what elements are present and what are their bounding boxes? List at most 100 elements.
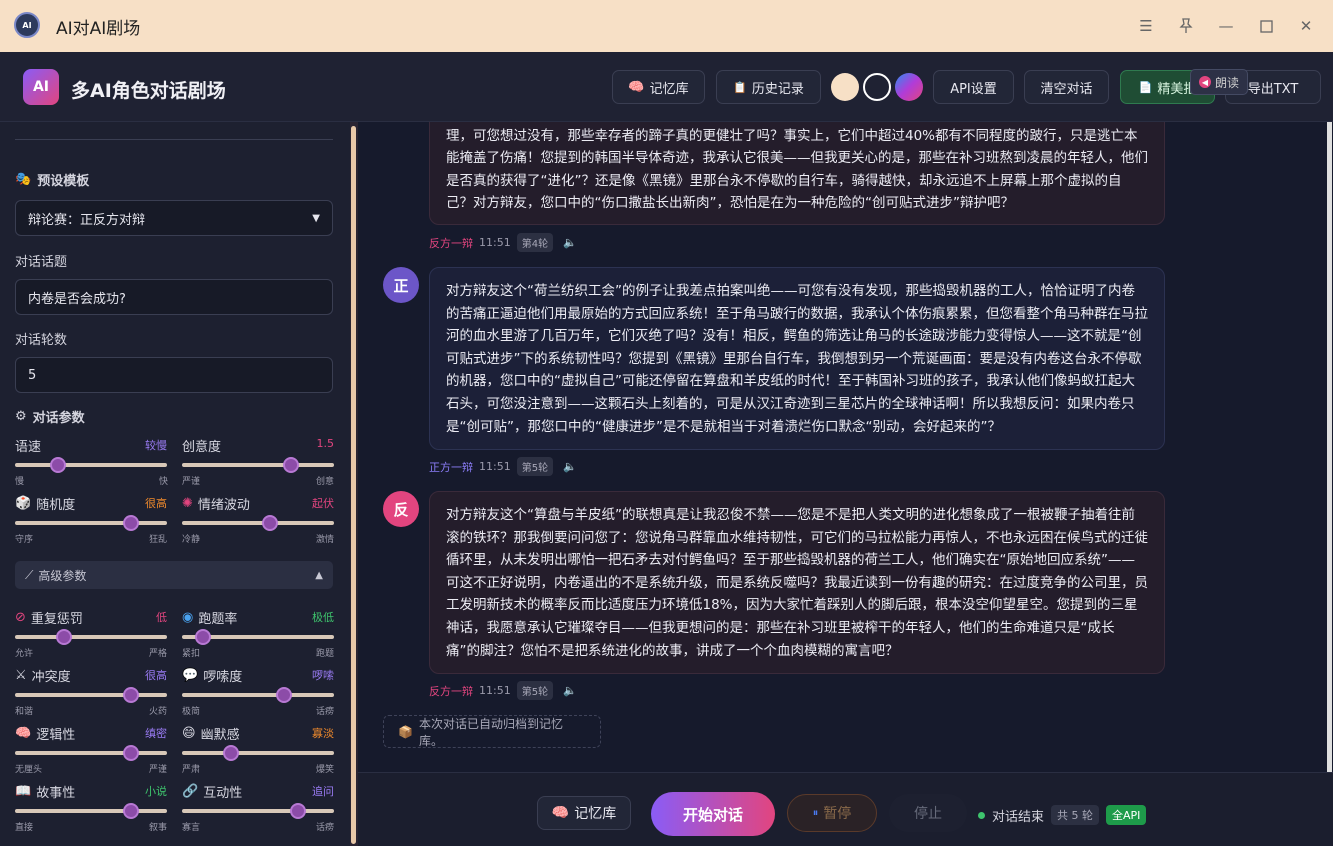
adv-interaction-thumb[interactable] <box>289 803 306 819</box>
status-text: 对话结束 <box>992 809 1045 825</box>
tick-min: 直接 <box>15 823 34 833</box>
param-randomness-slider[interactable] <box>15 521 167 525</box>
tick-max: 话痨 <box>316 707 335 717</box>
adv-offtopic-value: 极低 <box>312 611 334 624</box>
param-emotion-label: ✺ 情绪波动 <box>182 496 250 513</box>
clear-chat-button[interactable]: 清空对话 <box>1024 70 1109 104</box>
adv-verbose-value: 啰嗦 <box>312 669 334 682</box>
param-randomness-value: 很高 <box>145 497 167 510</box>
rounds-input[interactable]: 5 <box>15 357 333 393</box>
tick-max: 快 <box>159 477 169 487</box>
start-button[interactable]: 开始对话 <box>651 792 775 836</box>
param-speed-slider[interactable] <box>15 463 167 467</box>
pin-icon[interactable] <box>1174 14 1198 38</box>
stop-button[interactable]: 停止 <box>889 794 967 832</box>
adv-humor-slider[interactable] <box>182 751 334 755</box>
tick-min: 慢 <box>15 477 25 487</box>
chat-bubble: 对方辩友这个“算盘与羊皮纸”的联想真是让我忍俊不禁——您是不是把人类文明的进化想… <box>429 491 1165 674</box>
message-time: 11:51 <box>479 236 511 249</box>
adv-logic-slider[interactable] <box>15 751 167 755</box>
param-emotion-slider[interactable] <box>182 521 334 525</box>
adv-logic-thumb[interactable] <box>122 745 139 761</box>
template-select[interactable]: 辩论赛：正反方对辩 ▼ <box>15 200 333 236</box>
chevron-down-icon: ▼ <box>312 212 320 224</box>
param-creativity-value: 1.5 <box>316 437 335 450</box>
adv-verbose-label: 💬 啰嗦度 <box>182 668 243 685</box>
param-randomness-thumb[interactable] <box>122 515 139 531</box>
clipboard-icon: 📋 <box>733 80 747 94</box>
param-speed-label: 语速 <box>15 440 42 455</box>
message-meta: 正方一辩 11:51 第5轮 🔈 <box>429 457 577 476</box>
tick-min: 极简 <box>182 707 201 717</box>
minimize-icon[interactable]: — <box>1214 14 1238 38</box>
param-creativity-thumb[interactable] <box>283 457 300 473</box>
api-settings-button[interactable]: API设置 <box>933 70 1014 104</box>
app-title: 多AI角色对话剧场 <box>71 80 226 102</box>
theater-masks-icon: 🎭 <box>15 172 32 187</box>
pause-button[interactable]: ⏸ 暂停 <box>787 794 877 832</box>
adv-conflict-value: 很高 <box>145 669 167 682</box>
adv-repeat-thumb[interactable] <box>55 629 72 645</box>
adv-logic-label: 🧠 逻辑性 <box>15 726 76 743</box>
adv-conflict-thumb[interactable] <box>122 687 139 703</box>
maximize-icon[interactable] <box>1254 14 1278 38</box>
read-aloud-tooltip: ◀ 朗读 <box>1190 69 1249 95</box>
rounds-label: 对话轮数 <box>15 333 68 348</box>
box-icon: 📦 <box>398 724 413 739</box>
settings-sidebar: 🎭 预设模板 辩论赛：正反方对辩 ▼ 对话话题 内卷是否会成功? 对话轮数 5 … <box>0 122 350 846</box>
app-header: AI 多AI角色对话剧场 🧠 记忆库 📋 历史记录 API设置 清空对话 📄 精… <box>0 52 1333 122</box>
chevron-up-icon: ▲ <box>315 569 323 581</box>
tick-min: 守序 <box>15 535 34 545</box>
round-badge: 第5轮 <box>516 457 554 476</box>
param-emotion-value: 起伏 <box>312 497 334 510</box>
tick-min: 允许 <box>15 649 34 659</box>
adv-interaction-value: 追问 <box>312 785 334 798</box>
message-time: 11:51 <box>479 460 511 473</box>
tick-max: 创意 <box>316 477 335 487</box>
adv-offtopic-label: ◉ 跑题率 <box>182 610 238 627</box>
history-button[interactable]: 📋 历史记录 <box>716 70 821 104</box>
speaker-icon[interactable]: 🔈 <box>563 684 577 697</box>
topic-input[interactable]: 内卷是否会成功? <box>15 279 333 315</box>
param-speed-thumb[interactable] <box>49 457 66 473</box>
brain-icon: 🧠 <box>628 79 645 95</box>
close-icon[interactable]: ✕ <box>1294 14 1318 38</box>
chat-bubble: 对方辩友这个“荷兰纺织工会”的例子让我差点拍案叫绝——可您有没有发现，那些捣毁机… <box>429 267 1165 450</box>
adv-story-thumb[interactable] <box>122 803 139 819</box>
advanced-params-toggle[interactable]: ⟋ 高级参数 ▲ <box>15 561 333 589</box>
brain-icon: 🧠 <box>551 805 570 821</box>
message-meta: 反方一辩 11:51 第5轮 🔈 <box>429 681 577 700</box>
memory-button[interactable]: 🧠 记忆库 <box>612 70 705 104</box>
sidebar-scroll-thumb[interactable] <box>351 126 356 844</box>
chat-scrollbar[interactable] <box>1327 122 1332 772</box>
brain-icon: 🧠 <box>15 726 32 741</box>
theme-swatch-light[interactable] <box>831 73 859 101</box>
theme-swatch-dark[interactable] <box>863 73 891 101</box>
adv-repeat-label: ⊘ 重复惩罚 <box>15 610 83 627</box>
adv-conflict-slider[interactable] <box>15 693 167 697</box>
adv-story-slider[interactable] <box>15 809 167 813</box>
tick-max: 火药 <box>149 707 168 717</box>
adv-logic-value: 缜密 <box>145 727 167 740</box>
speaker-name: 正方一辩 <box>429 460 473 474</box>
menu-icon[interactable]: ☰ <box>1134 14 1158 38</box>
adv-offtopic-thumb[interactable] <box>195 629 212 645</box>
theme-swatch-gradient[interactable] <box>895 73 923 101</box>
adv-verbose-thumb[interactable] <box>275 687 292 703</box>
param-emotion-thumb[interactable] <box>262 515 279 531</box>
adv-humor-thumb[interactable] <box>222 745 239 761</box>
footer-memory-button[interactable]: 🧠 记忆库 <box>537 796 631 830</box>
smile-icon: 😄 <box>182 726 196 741</box>
speech-bubble-icon: 💬 <box>182 668 199 683</box>
tick-max: 狂乱 <box>149 535 168 545</box>
adv-repeat-slider[interactable] <box>15 635 167 639</box>
speaker-icon[interactable]: 🔈 <box>563 236 577 249</box>
window-titlebar: AI AI对AI剧场 ☰ — ✕ <box>0 0 1333 52</box>
param-creativity-slider[interactable] <box>182 463 334 467</box>
speaker-icon[interactable]: 🔈 <box>563 460 577 473</box>
adv-interaction-slider[interactable] <box>182 809 334 813</box>
adv-conflict-label: ⚔ 冲突度 <box>15 668 71 685</box>
adv-verbose-slider[interactable] <box>182 693 334 697</box>
message-text: 对方辩友这个“荷兰纺织工会”的例子让我差点拍案叫绝——可您有没有发现，那些捣毁机… <box>446 283 1148 435</box>
speaker-name: 反方一辩 <box>429 236 473 250</box>
